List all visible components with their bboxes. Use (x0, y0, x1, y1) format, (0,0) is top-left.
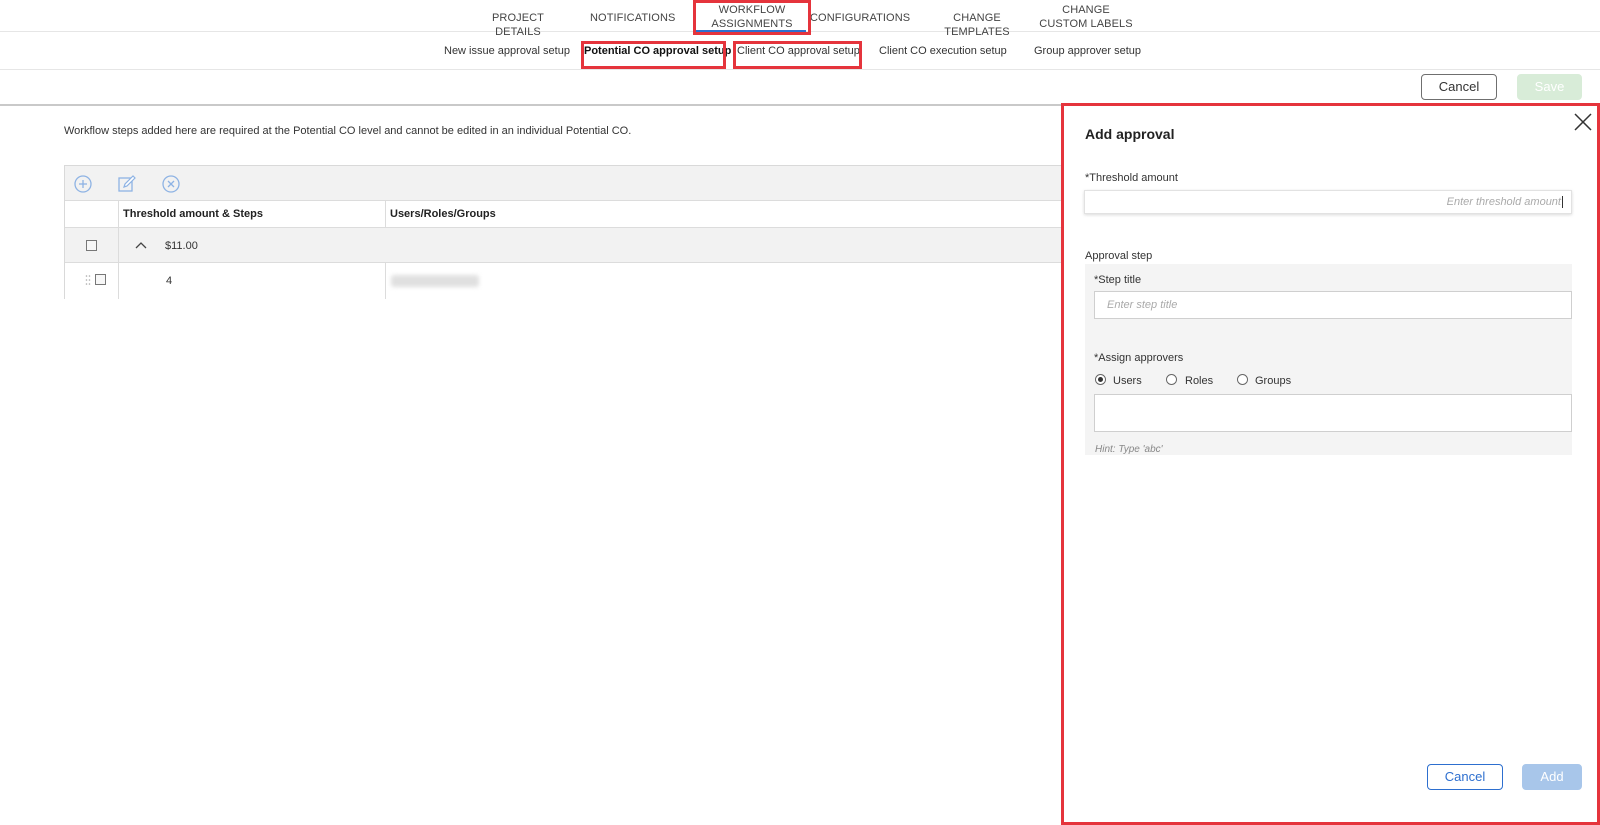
threshold-amount: $11.00 (165, 240, 198, 252)
panel-cancel-button[interactable]: Cancel (1427, 764, 1503, 790)
info-text: Workflow steps added here are required a… (64, 125, 632, 137)
threshold-placeholder: Enter threshold amount (1446, 196, 1561, 208)
roles-radio[interactable] (1166, 374, 1177, 385)
step-number: 4 (166, 275, 173, 287)
save-button[interactable]: Save (1517, 74, 1582, 100)
step-title-input[interactable]: Enter step title (1094, 291, 1572, 319)
drag-handle-icon[interactable] (85, 274, 91, 286)
action-bar: Cancel Save (0, 70, 1600, 106)
approvers-input[interactable] (1094, 394, 1572, 432)
panel-title: Add approval (1085, 126, 1175, 142)
subtab-potential-co-approval[interactable]: Potential CO approval setup (584, 45, 731, 57)
subtab-client-co-execution[interactable]: Client CO execution setup (879, 45, 1007, 57)
users-radio-label[interactable]: Users (1113, 375, 1142, 387)
chevron-up-icon[interactable] (135, 240, 147, 250)
grid-divider (385, 263, 386, 299)
close-icon[interactable] (1573, 112, 1593, 132)
group-row-checkbox[interactable] (86, 240, 97, 251)
approval-step-section: *Step title Enter step title *Assign app… (1085, 264, 1572, 455)
threshold-group-row[interactable]: $11.00 (65, 228, 1065, 263)
column-users-roles-groups[interactable]: Users/Roles/Groups (390, 208, 496, 220)
step-row-checkbox[interactable] (95, 274, 106, 285)
top-tab-bar: PROJECT DETAILS NOTIFICATIONS WORKFLOW A… (0, 0, 1600, 38)
grid-divider (118, 201, 119, 299)
add-icon[interactable] (73, 174, 93, 194)
assign-approvers-label: *Assign approvers (1094, 352, 1184, 364)
text-caret (1562, 196, 1563, 209)
step-row[interactable]: 4 (65, 263, 1065, 299)
sub-tab-bar: New issue approval setup Potential CO ap… (0, 33, 1600, 70)
roles-radio-label[interactable]: Roles (1185, 375, 1213, 387)
blurred-approver (391, 275, 479, 287)
subtab-group-approver[interactable]: Group approver setup (1034, 45, 1141, 57)
column-threshold-steps[interactable]: Threshold amount & Steps (123, 208, 263, 220)
edit-icon[interactable] (117, 174, 137, 194)
tab-configurations[interactable]: CONFIGURATIONS (810, 11, 910, 25)
approval-step-label: Approval step (1085, 250, 1153, 262)
add-approval-panel: Add approval *Threshold amount Enter thr… (1063, 104, 1600, 825)
threshold-amount-input[interactable]: Enter threshold amount (1084, 190, 1572, 214)
approval-grid: Threshold amount & Steps Users/Roles/Gro… (64, 165, 1065, 299)
subtab-new-issue-approval[interactable]: New issue approval setup (444, 45, 570, 57)
grid-toolbar (65, 166, 1065, 201)
tab-notifications[interactable]: NOTIFICATIONS (590, 11, 675, 25)
remove-icon[interactable] (161, 174, 181, 194)
subtab-client-co-approval[interactable]: Client CO approval setup (737, 45, 860, 57)
step-title-label: *Step title (1094, 274, 1142, 286)
approvers-hint: Hint: Type 'abc' (1095, 444, 1163, 455)
groups-radio-label[interactable]: Groups (1255, 375, 1291, 387)
threshold-amount-label: *Threshold amount (1085, 172, 1178, 184)
users-radio[interactable] (1095, 374, 1106, 385)
cancel-button[interactable]: Cancel (1421, 74, 1497, 100)
grid-header-row: Threshold amount & Steps Users/Roles/Gro… (65, 201, 1065, 228)
add-button[interactable]: Add (1522, 764, 1582, 790)
groups-radio[interactable] (1237, 374, 1248, 385)
tab-change-custom-labels[interactable]: CHANGE CUSTOM LABELS (1038, 3, 1134, 31)
grid-divider (385, 201, 386, 228)
active-tab-indicator (694, 30, 806, 32)
tab-workflow-assignments[interactable]: WORKFLOW ASSIGNMENTS (694, 3, 810, 31)
